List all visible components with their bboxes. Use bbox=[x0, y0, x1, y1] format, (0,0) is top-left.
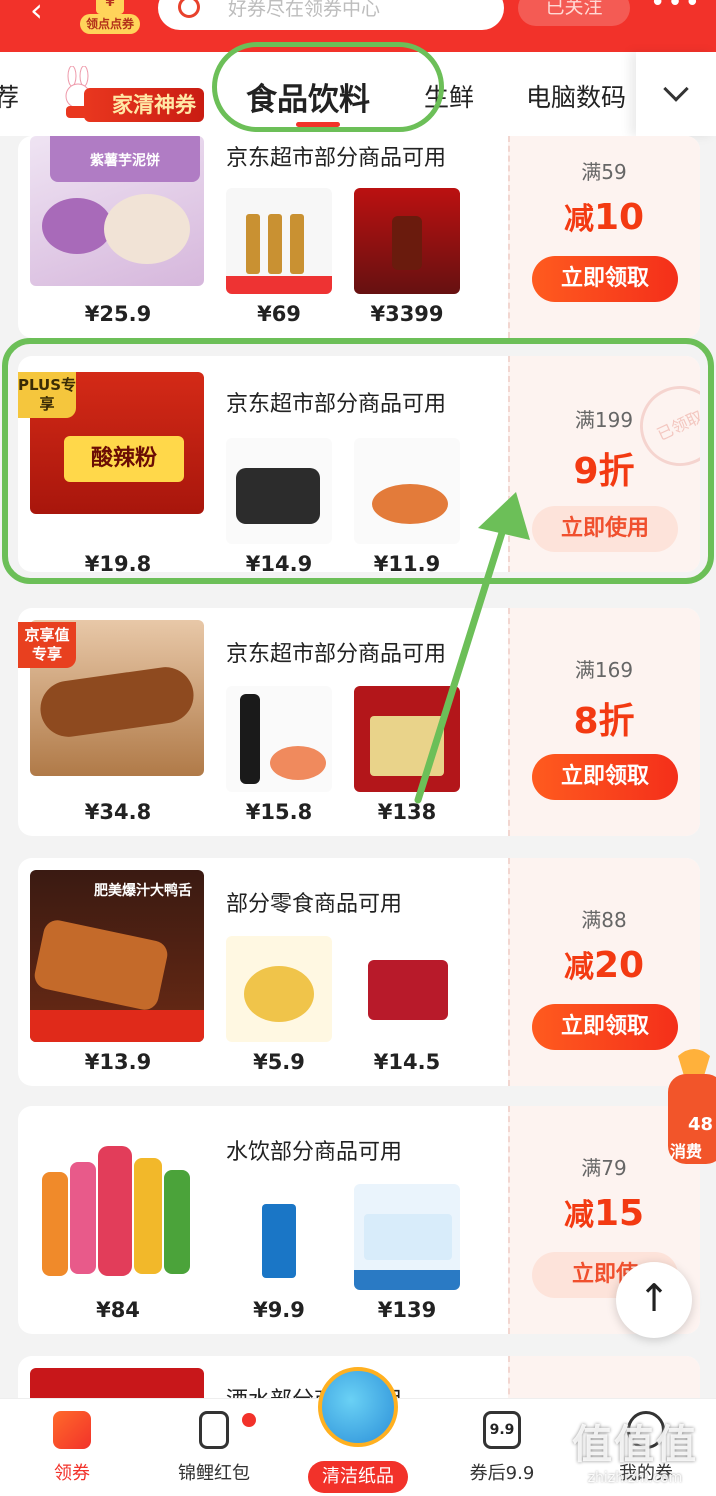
product-thumb[interactable] bbox=[354, 936, 460, 1042]
nav-label: 锦鲤红包 bbox=[178, 1463, 250, 1484]
jingxiang-badge: 京享值专享 bbox=[18, 622, 76, 668]
search-bar[interactable]: 好券尽在领券中心 bbox=[158, 0, 504, 30]
floating-gift-widget[interactable]: 48 消费 bbox=[664, 1046, 716, 1166]
promo-tab-label: 家清神券 bbox=[84, 88, 204, 122]
product-price: ¥69 bbox=[257, 302, 301, 326]
arrow-up-icon: ↑ bbox=[638, 1276, 670, 1320]
claim-button[interactable]: 立即领取 bbox=[532, 256, 678, 302]
product-price: ¥138 bbox=[377, 800, 437, 824]
nav-label: 领券 bbox=[54, 1463, 90, 1484]
nav-coupons[interactable]: 领券 bbox=[12, 1411, 132, 1485]
claim-button[interactable]: 立即领取 bbox=[532, 754, 678, 800]
product-price: ¥15.8 bbox=[245, 800, 313, 824]
nav-cleaning-paper[interactable]: 清洁纸品 bbox=[308, 1461, 408, 1493]
product-thumb[interactable] bbox=[226, 686, 332, 792]
annotation-highlight-box bbox=[2, 338, 714, 584]
chevron-down-icon bbox=[663, 76, 689, 102]
product-image-text: 肥美爆汁大鸭舌 bbox=[94, 883, 192, 899]
coupon-discount: 减10 bbox=[508, 194, 700, 238]
product-thumb[interactable] bbox=[354, 1184, 460, 1290]
coupon-card: 肥美爆汁大鸭舌 部分零食商品可用 ¥13.9 ¥5.9 ¥14.5 满88 减2… bbox=[18, 858, 700, 1086]
back-arrow-icon[interactable]: ‹ bbox=[30, 0, 66, 36]
claim-button[interactable]: 立即领取 bbox=[532, 1004, 678, 1050]
product-price: ¥5.9 bbox=[253, 1050, 305, 1074]
coupon-discount: 8折 bbox=[508, 692, 700, 744]
product-thumb[interactable] bbox=[226, 936, 332, 1042]
follow-button[interactable]: 已关注 bbox=[518, 0, 630, 26]
product-price: ¥14.5 bbox=[373, 1050, 441, 1074]
coupon-card: 水饮部分商品可用 ¥84 ¥9.9 ¥139 满79 减15 立即使 bbox=[18, 1106, 700, 1334]
product-thumb[interactable] bbox=[354, 188, 460, 294]
coupon-threshold: 满169 bbox=[574, 658, 634, 682]
points-label: 领点点券 bbox=[80, 14, 140, 34]
discount-value: 15 bbox=[593, 1193, 645, 1234]
points-coupon-entry[interactable]: ¥ 领点点券 bbox=[80, 0, 140, 40]
product-price: ¥3399 bbox=[370, 302, 444, 326]
more-icon[interactable]: ••• bbox=[650, 0, 702, 18]
tab-digital[interactable]: 电脑数码 bbox=[526, 78, 626, 114]
coupon-title: 京东超市部分商品可用 bbox=[226, 146, 447, 171]
nav-red-packet[interactable]: 锦鲤红包 bbox=[154, 1411, 274, 1485]
product-image[interactable]: 肥美爆汁大鸭舌 bbox=[30, 870, 204, 1042]
coupon-title: 部分零食商品可用 bbox=[226, 892, 403, 917]
cleaning-products-icon[interactable] bbox=[318, 1367, 398, 1447]
coupon-card: 紫薯芋泥饼 京东超市部分商品可用 ¥25.9 ¥69 ¥3399 满59 减10… bbox=[18, 136, 700, 338]
notification-dot bbox=[242, 1413, 256, 1427]
watermark-logo: 值值值 bbox=[572, 1422, 698, 1468]
coupon-title: 水饮部分商品可用 bbox=[226, 1140, 403, 1165]
product-thumb[interactable] bbox=[226, 188, 332, 294]
coupon-threshold: 满88 bbox=[581, 908, 627, 932]
price-99-icon: 9.9 bbox=[483, 1411, 521, 1449]
discount-prefix: 减 bbox=[563, 950, 594, 985]
tab-partial[interactable]: 荐 bbox=[0, 78, 19, 114]
product-image[interactable] bbox=[30, 1132, 204, 1292]
coupon-icon bbox=[53, 1411, 91, 1449]
product-price: ¥9.9 bbox=[253, 1298, 305, 1322]
discount-value: 20 bbox=[593, 945, 645, 986]
product-thumb[interactable] bbox=[354, 686, 460, 792]
gift-label: 消费 bbox=[670, 1142, 703, 1161]
discount-value: 10 bbox=[593, 197, 645, 238]
coupon-title: 京东超市部分商品可用 bbox=[226, 642, 447, 667]
tab-promo[interactable]: 家清神券 bbox=[58, 66, 206, 126]
red-packet-icon bbox=[199, 1411, 229, 1449]
product-price: ¥84 bbox=[96, 1298, 140, 1322]
product-price: ¥34.8 bbox=[84, 800, 152, 824]
product-price: ¥13.9 bbox=[84, 1050, 152, 1074]
discount-prefix: 减 bbox=[563, 202, 594, 237]
discount-prefix: 减 bbox=[563, 1198, 594, 1233]
nav-after-coupon-99[interactable]: 9.9 券后9.9 bbox=[442, 1411, 562, 1485]
product-image-text: 紫薯芋泥饼 bbox=[90, 153, 160, 169]
coupon-card: 京享值专享 京东超市部分商品可用 ¥34.8 ¥15.8 ¥138 满169 8… bbox=[18, 608, 700, 836]
watermark-url: zhizhizhi.com bbox=[587, 1470, 683, 1486]
gift-number: 48 bbox=[688, 1114, 714, 1135]
coupon-threshold: 满59 bbox=[581, 160, 627, 184]
search-placeholder: 好券尽在领券中心 bbox=[228, 0, 381, 20]
tabs-expand-button[interactable] bbox=[636, 52, 716, 136]
coupon-discount: 减20 bbox=[508, 942, 700, 986]
product-image[interactable]: 紫薯芋泥饼 bbox=[30, 136, 204, 286]
product-price: ¥25.9 bbox=[84, 302, 152, 326]
discount-value: 8折 bbox=[573, 701, 635, 742]
nav-label: 券后9.9 bbox=[469, 1463, 535, 1484]
coupon-discount: 减15 bbox=[508, 1190, 700, 1234]
search-icon bbox=[178, 0, 200, 18]
annotation-circle bbox=[212, 42, 444, 132]
back-to-top-button[interactable]: ↑ bbox=[616, 1262, 692, 1338]
watermark: 值值值 zhizhizhi.com bbox=[560, 1412, 710, 1486]
product-price: ¥139 bbox=[377, 1298, 437, 1322]
coin-icon: ¥ bbox=[96, 0, 124, 14]
product-thumb[interactable] bbox=[226, 1184, 332, 1290]
